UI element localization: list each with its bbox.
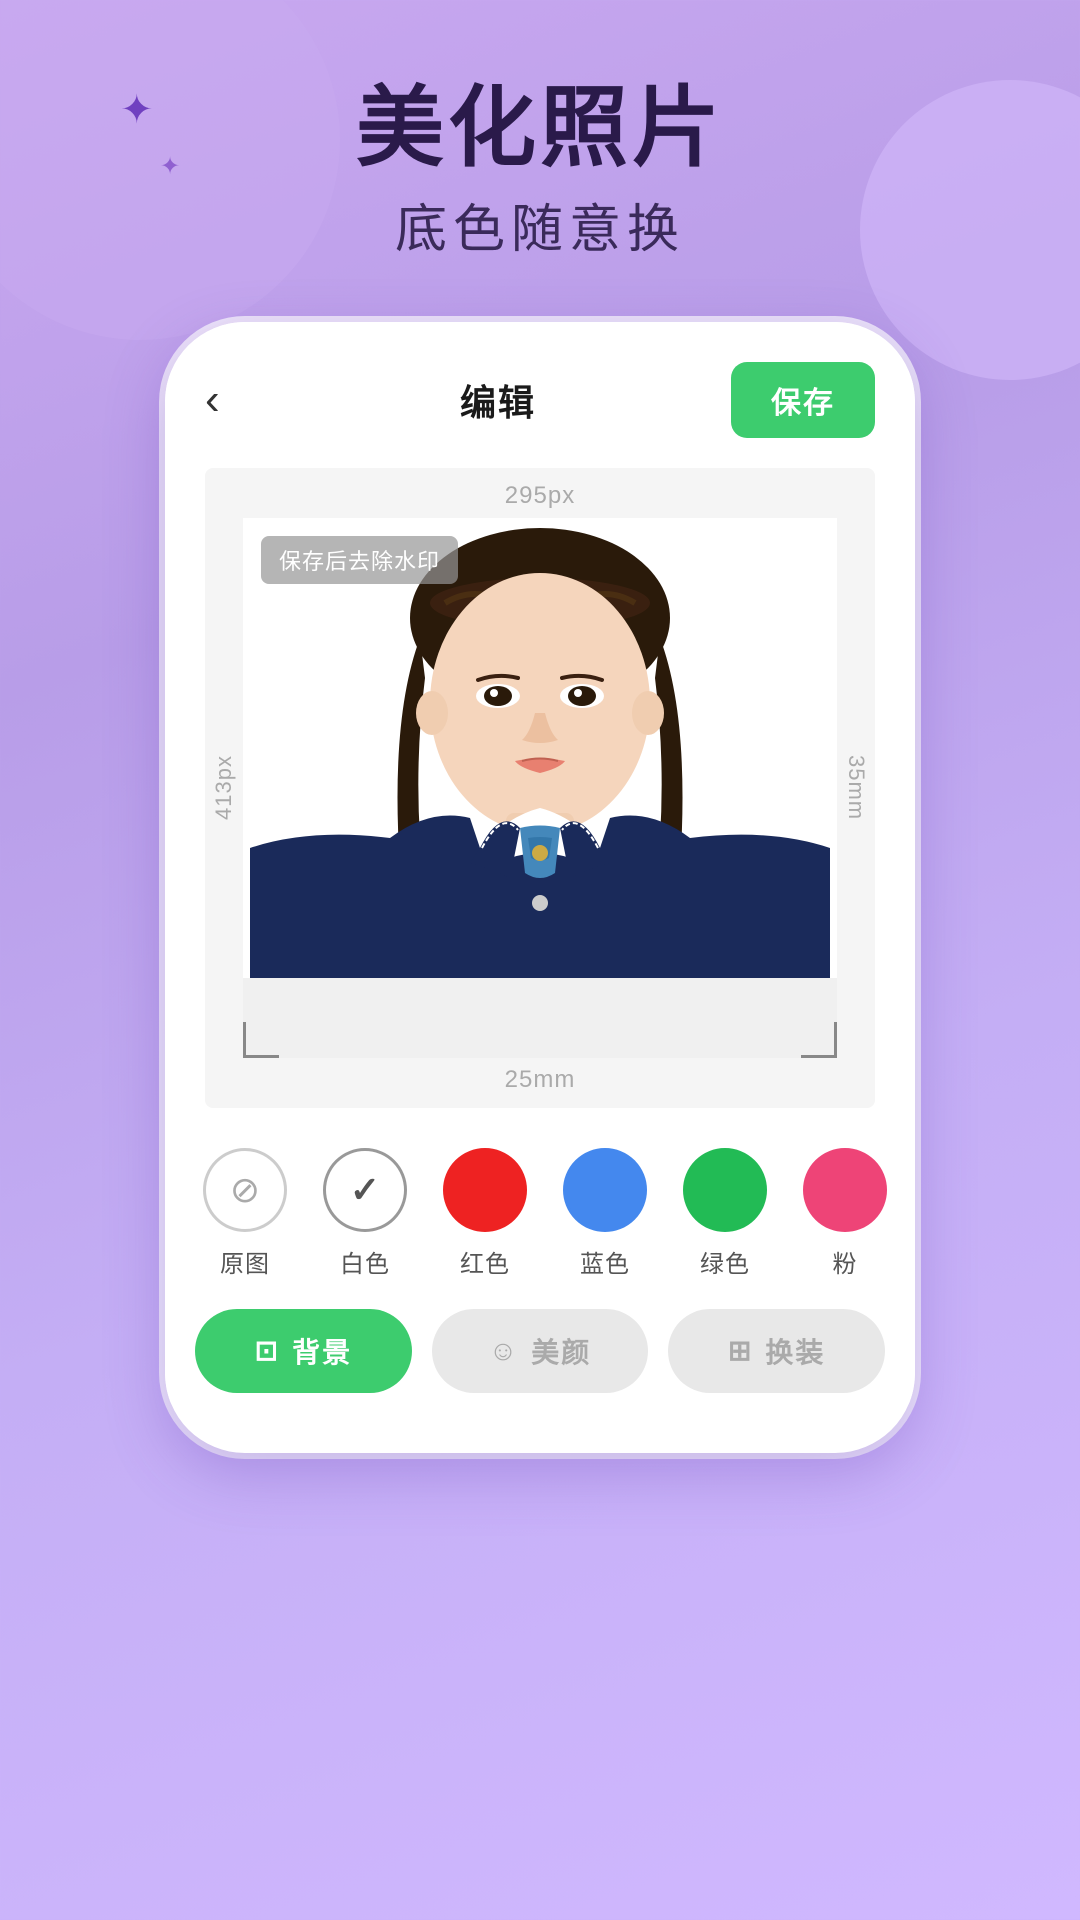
dim-bottom-label: 25mm [205, 1058, 875, 1108]
color-label-blue: 蓝色 [580, 1244, 630, 1279]
tool-outfit-button[interactable]: ⊞ 换装 [668, 1309, 885, 1393]
phone-body: ‹ 编辑 保存 295px 413px 保存后去除水印 [165, 322, 915, 1453]
color-selector: ⊘ 原图 ✓ 白色 红色 蓝色 [165, 1118, 915, 1289]
dim-left-label: 413px [205, 518, 243, 1058]
bottom-toolbar: ⊡ 背景 ☺ 美颜 ⊞ 换装 [165, 1289, 915, 1403]
beauty-label: 美颜 [531, 1331, 591, 1371]
color-item-original[interactable]: ⊘ 原图 [195, 1148, 295, 1279]
phone-mockup: ‹ 编辑 保存 295px 413px 保存后去除水印 [0, 322, 1080, 1453]
tool-background-button[interactable]: ⊡ 背景 [195, 1309, 412, 1393]
color-item-pink[interactable]: 粉 [795, 1148, 895, 1279]
beauty-icon: ☺ [489, 1335, 520, 1367]
color-label-pink: 粉 [833, 1244, 858, 1279]
corner-br [801, 1022, 837, 1058]
color-circle-red[interactable] [443, 1148, 527, 1232]
sparkle-large-icon: ✦ [120, 90, 154, 130]
color-circle-original[interactable]: ⊘ [203, 1148, 287, 1232]
color-label-red: 红色 [460, 1244, 510, 1279]
photo-space [243, 978, 837, 1058]
person-photo [243, 518, 837, 978]
save-button[interactable]: 保存 [731, 362, 875, 438]
corner-bl [243, 1022, 279, 1058]
color-item-red[interactable]: 红色 [435, 1148, 535, 1279]
page-title: 编辑 [460, 374, 536, 426]
tool-beauty-button[interactable]: ☺ 美颜 [432, 1309, 649, 1393]
photo-frame: 保存后去除水印 [243, 518, 837, 1058]
color-circle-white[interactable]: ✓ [323, 1148, 407, 1232]
color-circle-green[interactable] [683, 1148, 767, 1232]
background-icon: ⊡ [255, 1334, 280, 1367]
color-item-white[interactable]: ✓ 白色 [315, 1148, 415, 1279]
photo-container: 295px 413px 保存后去除水印 [205, 468, 875, 1108]
back-button[interactable]: ‹ [205, 375, 265, 425]
outfit-icon: ⊞ [728, 1334, 753, 1367]
sparkle-small-icon: ✦ [160, 155, 180, 179]
phone-topbar: ‹ 编辑 保存 [165, 322, 915, 458]
color-circle-blue[interactable] [563, 1148, 647, 1232]
color-circle-pink[interactable] [803, 1148, 887, 1232]
header: ✦ ✦ 美化照片 底色随意换 [0, 0, 1080, 262]
dim-top-label: 295px [205, 468, 875, 518]
color-label-green: 绿色 [700, 1244, 750, 1279]
photo-inner: 413px 保存后去除水印 [205, 518, 875, 1058]
color-label-original: 原图 [220, 1244, 270, 1279]
color-item-green[interactable]: 绿色 [675, 1148, 775, 1279]
color-item-blue[interactable]: 蓝色 [555, 1148, 655, 1279]
outfit-label: 换装 [765, 1331, 825, 1371]
watermark-badge: 保存后去除水印 [261, 536, 458, 584]
sub-title: 底色随意换 [0, 187, 1080, 262]
color-label-white: 白色 [340, 1244, 390, 1279]
dim-right-label: 35mm [837, 518, 875, 1058]
background-label: 背景 [292, 1331, 352, 1371]
